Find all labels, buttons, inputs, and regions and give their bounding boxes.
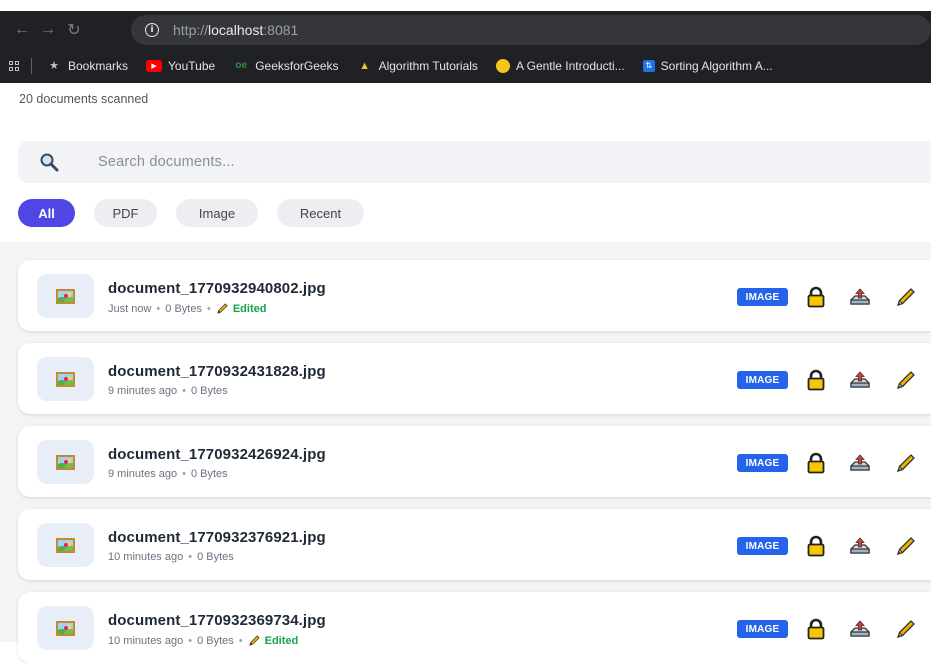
share-upload-icon[interactable] — [848, 617, 872, 641]
search-input[interactable]: Search documents... — [98, 154, 235, 170]
browser-chrome: ← → ↻ i http://localhost:8081 ★ Bookmarks… — [0, 0, 931, 83]
document-thumbnail — [37, 523, 94, 567]
meta-separator: • — [206, 302, 211, 315]
site-info-icon[interactable]: i — [145, 23, 159, 37]
document-name[interactable]: document_1770932376921.jpg — [108, 529, 326, 546]
document-time: Just now — [108, 302, 152, 315]
share-upload-icon[interactable] — [848, 534, 872, 558]
youtube-icon: ▶ — [146, 59, 163, 72]
image-file-icon — [56, 455, 75, 470]
meta-separator: • — [238, 634, 243, 647]
type-badge: IMAGE — [737, 537, 788, 555]
star-icon: ★ — [49, 60, 59, 72]
document-meta: 9 minutes ago • 0 Bytes — [108, 385, 228, 397]
meta-separator: • — [182, 385, 186, 397]
document-card[interactable]: document_1770932369734.jpg 10 minutes ag… — [18, 592, 931, 663]
pencil-icon — [248, 635, 260, 646]
sorting-icon: ⇅ — [642, 59, 655, 72]
meta-separator: • — [156, 302, 161, 315]
bookmark-geeksforgeeks[interactable]: ое GeeksforGeeks — [233, 59, 338, 73]
document-time: 10 minutes ago — [108, 634, 184, 647]
document-time: 9 minutes ago — [108, 385, 178, 397]
geeksforgeeks-icon: ое — [235, 60, 248, 71]
document-meta: Just now • 0 Bytes • Edited — [108, 302, 266, 315]
bookmark-youtube[interactable]: ▶ YouTube — [146, 59, 215, 73]
address-row: ← → ↻ i http://localhost:8081 — [0, 11, 931, 48]
emoji-icon — [495, 58, 510, 73]
type-badge: IMAGE — [737, 288, 788, 306]
document-thumbnail — [37, 357, 94, 401]
search-icon — [40, 153, 59, 172]
document-size: 0 Bytes — [190, 468, 228, 480]
search-bar[interactable]: Search documents... — [18, 141, 931, 183]
bookmarks-divider — [31, 57, 32, 74]
pencil-icon — [217, 303, 228, 314]
document-meta: 9 minutes ago • 0 Bytes — [108, 468, 228, 480]
type-badge: IMAGE — [737, 454, 788, 472]
bookmark-gentle-introduction[interactable]: A Gentle Introducti... — [495, 58, 625, 73]
image-file-icon — [56, 289, 75, 304]
edit-pencil-icon[interactable] — [894, 285, 918, 309]
document-meta: 10 minutes ago • 0 Bytes • Edited — [108, 634, 298, 647]
bookmarks-bar: ★ Bookmarks ▶ YouTube ое GeeksforGeeks ▲ Alg… — [0, 48, 931, 83]
document-size: 0 Bytes — [190, 385, 228, 397]
image-file-icon — [56, 621, 75, 636]
share-upload-icon[interactable] — [848, 368, 872, 392]
share-upload-icon[interactable] — [848, 285, 872, 309]
meta-separator: • — [182, 468, 186, 480]
lock-icon[interactable] — [804, 534, 828, 558]
filter-recent[interactable]: Recent — [277, 199, 364, 227]
filter-image[interactable]: Image — [176, 199, 258, 227]
document-size: 0 Bytes — [165, 302, 202, 315]
filter-chips: All PDF Image Recent — [18, 199, 364, 227]
edit-pencil-icon[interactable] — [894, 617, 918, 641]
lock-icon[interactable] — [804, 617, 828, 641]
document-name[interactable]: document_1770932426924.jpg — [108, 446, 326, 463]
document-name[interactable]: document_1770932369734.jpg — [108, 612, 326, 629]
bookmark-bookmarks[interactable]: ★ Bookmarks — [46, 59, 128, 73]
edit-pencil-icon[interactable] — [894, 451, 918, 475]
document-size: 0 Bytes — [197, 551, 234, 563]
edited-label: Edited — [264, 634, 299, 647]
algorithm-icon: ▲ — [359, 59, 370, 72]
filter-pdf[interactable]: PDF — [94, 199, 157, 227]
document-size: 0 Bytes — [197, 634, 234, 647]
type-badge: IMAGE — [737, 620, 788, 638]
lock-icon[interactable] — [804, 285, 828, 309]
document-card[interactable]: document_1770932431828.jpg 9 minutes ago… — [18, 343, 931, 414]
edit-pencil-icon[interactable] — [894, 368, 918, 392]
document-thumbnail — [37, 606, 94, 650]
documents-scanned-count: 20 documents scanned — [19, 92, 149, 106]
edited-label: Edited — [232, 302, 267, 315]
document-card[interactable]: document_1770932426924.jpg 9 minutes ago… — [18, 426, 931, 497]
edit-pencil-icon[interactable] — [894, 534, 918, 558]
apps-grid-icon[interactable] — [9, 60, 19, 71]
title-strip — [0, 0, 931, 11]
url-text[interactable]: http://localhost:8081 — [173, 22, 298, 38]
document-card[interactable]: document_1770932940802.jpg Just now • 0 … — [18, 260, 931, 331]
lock-icon[interactable] — [804, 451, 828, 475]
document-name[interactable]: document_1770932940802.jpg — [108, 280, 326, 297]
forward-arrow-icon[interactable]: → — [35, 21, 61, 39]
document-name[interactable]: document_1770932431828.jpg — [108, 363, 326, 380]
bookmark-algorithm-tutorials[interactable]: ▲ Algorithm Tutorials — [357, 59, 478, 73]
document-meta: 10 minutes ago • 0 Bytes — [108, 551, 234, 563]
image-file-icon — [56, 372, 75, 387]
bookmark-sorting-algorithm[interactable]: ⇅ Sorting Algorithm A... — [642, 59, 773, 73]
lock-icon[interactable] — [804, 368, 828, 392]
document-thumbnail — [37, 440, 94, 484]
reload-icon[interactable]: ↻ — [61, 20, 87, 40]
address-bar[interactable]: i http://localhost:8081 — [131, 15, 931, 45]
document-time: 9 minutes ago — [108, 468, 178, 480]
document-time: 10 minutes ago — [108, 551, 184, 563]
document-card[interactable]: document_1770932376921.jpg 10 minutes ag… — [18, 509, 931, 580]
type-badge: IMAGE — [737, 371, 788, 389]
document-thumbnail — [37, 274, 94, 318]
share-upload-icon[interactable] — [848, 451, 872, 475]
image-file-icon — [56, 538, 75, 553]
meta-separator: • — [188, 634, 193, 647]
back-arrow-icon[interactable]: ← — [9, 21, 35, 39]
filter-all[interactable]: All — [18, 199, 75, 227]
meta-separator: • — [188, 551, 193, 563]
